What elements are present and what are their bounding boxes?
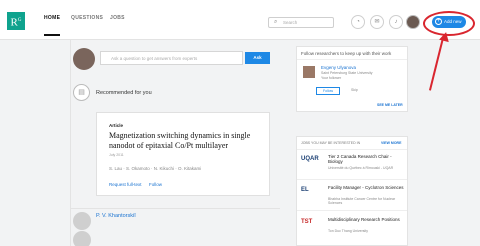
user-avatar[interactable] (73, 48, 95, 70)
researchgate-logo[interactable]: RG (7, 12, 25, 30)
panel-divider (297, 59, 407, 60)
nav-questions[interactable]: QUESTIONS (71, 15, 103, 21)
article-card[interactable]: Article Magnetization switching dynamics… (96, 112, 270, 196)
researcher-avatar[interactable] (303, 66, 315, 78)
researcher-role: Your follower (321, 76, 342, 80)
panel-divider (297, 149, 407, 150)
nav-home[interactable]: HOME (44, 15, 60, 21)
article-type: Article (109, 123, 124, 128)
job-title[interactable]: Multidisciplinary Research Positions (328, 217, 400, 222)
recommended-heading: Recommended for you (96, 90, 152, 96)
job-logo: EL (301, 187, 309, 193)
feed-rail (70, 40, 71, 246)
job-logo: TST (301, 219, 313, 225)
search-input[interactable]: ⌕ Search (268, 17, 334, 28)
researcher-institution: Saint Petersburg State University (321, 71, 373, 75)
job-divider (297, 210, 407, 211)
article-authors: S. Lau · S. Okamoto · N. Kikuchi · O. Ki… (109, 166, 202, 171)
article-title[interactable]: Magnetization switching dynamics in sing… (109, 131, 264, 151)
top-bar: RG HOME QUESTIONS JOBS ⌕ Search ◔ ✉ ♪ + A… (0, 0, 480, 40)
job-title[interactable]: Facility Manager - Cyclotron Sciences (328, 185, 404, 190)
author-avatar-2[interactable] (73, 231, 91, 246)
ask-placeholder: Ask a question to get answers from exper… (111, 56, 198, 61)
search-placeholder: Search (283, 20, 298, 25)
follow-panel-header: Follow researchers to keep up with their… (301, 51, 392, 56)
annotation-arrow (428, 37, 444, 91)
skip-link[interactable]: Skip (351, 88, 358, 92)
nav-jobs[interactable]: JOBS (110, 15, 125, 21)
job-org: Université du Québec à Rimouski - UQAR (328, 166, 394, 170)
profile-avatar[interactable] (406, 15, 420, 29)
follow-link[interactable]: Follow (149, 182, 162, 187)
follow-researcher-button[interactable]: Follow (316, 87, 340, 95)
article-date: July 2011 (109, 153, 124, 157)
ask-button[interactable]: Ask (245, 52, 270, 64)
bell-icon[interactable]: ♪ (389, 15, 403, 29)
request-full-text-link[interactable]: Request full-text (109, 182, 142, 187)
author-avatar[interactable] (73, 212, 91, 230)
author-name[interactable]: P. V. Khantorskiî (96, 213, 136, 219)
message-icon[interactable]: ✉ (370, 15, 384, 29)
job-org: Bhabha Institute Cancer Centre for Nucle… (328, 197, 396, 205)
view-more-link[interactable]: VIEW MORE (381, 141, 401, 145)
document-icon: ▤ (73, 84, 90, 101)
jobs-panel-header: JOBS YOU MAY BE INTERESTED IN (301, 141, 361, 145)
notification-icon[interactable]: ◔ (351, 15, 365, 29)
follow-researchers-panel: Follow researchers to keep up with their… (296, 46, 408, 112)
search-icon: ⌕ (274, 19, 278, 25)
jobs-panel: JOBS YOU MAY BE INTERESTED IN VIEW MORE … (296, 136, 408, 246)
see-later-link[interactable]: SEE ME LATER (377, 103, 403, 107)
job-logo: UQAR (301, 156, 319, 162)
job-divider (297, 179, 407, 180)
nav-active-indicator (44, 34, 60, 36)
job-title[interactable]: Tier 2 Canada Research Chair - Biology (328, 154, 407, 164)
researcher-name[interactable]: Evgeny Ulyanova (321, 65, 356, 70)
job-org: Ton Duc Thang University (328, 229, 369, 233)
feed-divider (70, 208, 280, 209)
ask-question-input[interactable]: Ask a question to get answers from exper… (100, 51, 243, 65)
